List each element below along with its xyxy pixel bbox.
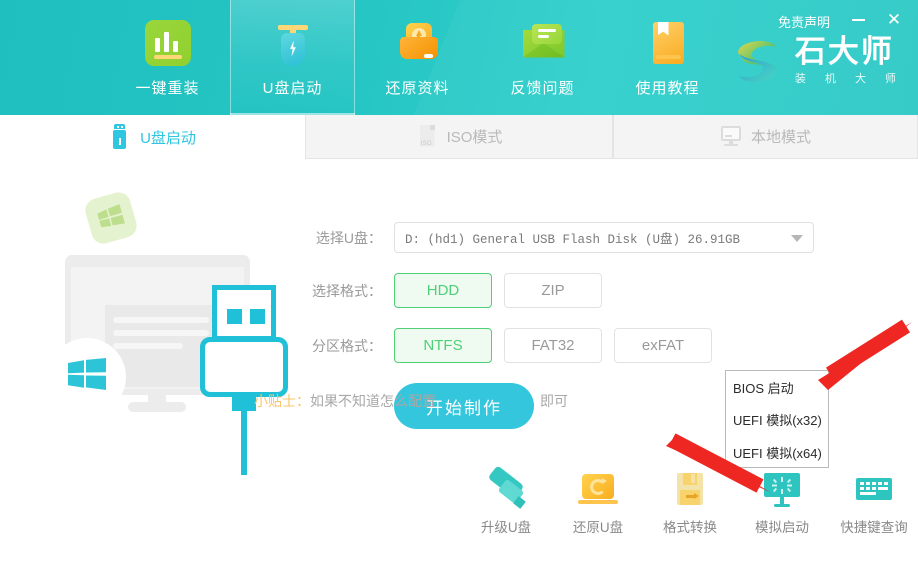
restore-data-icon: [392, 18, 444, 70]
tool-usb-restore[interactable]: 还原U盘: [552, 470, 644, 540]
disclaimer-link[interactable]: 免责声明: [778, 12, 830, 31]
menu-item-bios-boot[interactable]: BIOS 启动: [726, 371, 828, 404]
usb-select[interactable]: D: (hd1) General USB Flash Disk (U盘) 26.…: [394, 222, 814, 253]
usb-upgrade-icon: [486, 470, 526, 510]
hint-prefix: 小贴士：: [254, 393, 310, 409]
monitor-icon: [720, 124, 742, 150]
app-header: 一键重装 U盘启动 还原资料 反馈问题: [0, 0, 918, 115]
menu-item-uefi-x32[interactable]: UEFI 模拟(x32): [726, 404, 828, 437]
logo-mark-icon: [730, 33, 786, 89]
nav-label: 反馈问题: [510, 77, 574, 98]
main-nav: 一键重装 U盘启动 还原资料 反馈问题: [105, 0, 730, 115]
tool-label: 模拟启动: [755, 516, 809, 536]
minimize-icon[interactable]: [845, 8, 871, 32]
tab-usb-boot[interactable]: U盘启动: [0, 115, 305, 159]
tool-usb-upgrade[interactable]: 升级U盘: [460, 470, 552, 540]
windows-badge-icon: [83, 190, 140, 247]
tool-hotkey-query[interactable]: 快捷键查询: [828, 470, 918, 540]
chevron-down-icon: [791, 235, 803, 242]
iso-file-icon: ISO: [416, 124, 438, 150]
tool-label: 快捷键查询: [840, 516, 908, 536]
simulate-boot-icon: [762, 470, 802, 510]
feedback-mail-icon: [517, 18, 569, 70]
format-option-hdd[interactable]: HDD: [394, 273, 492, 308]
hint-tail: 即可: [436, 393, 568, 409]
brand-logo: 石大师 装 机 大 师: [730, 33, 904, 89]
tab-iso-mode[interactable]: ISO ISO模式: [305, 115, 613, 159]
nav-label: 还原资料: [385, 77, 449, 98]
windows-logo-icon: [48, 338, 126, 416]
tool-label: 格式转换: [663, 516, 717, 536]
tutorial-book-icon: [642, 18, 694, 70]
tool-format-convert[interactable]: 格式转换: [644, 470, 736, 540]
usb-plug-illustration: [200, 285, 288, 475]
usb-select-row: 选择U盘： D: (hd1) General USB Flash Disk (U…: [300, 222, 814, 253]
partition-option-fat32[interactable]: FAT32: [504, 328, 602, 363]
chart-install-icon: [142, 18, 194, 70]
floppy-convert-icon: [670, 470, 710, 510]
brand-title: 石大师: [795, 36, 904, 68]
format-label: 选择格式：: [300, 281, 382, 301]
brand-subtitle: 装 机 大 师: [795, 70, 904, 86]
format-option-zip[interactable]: ZIP: [504, 273, 602, 308]
keyboard-icon: [854, 470, 894, 510]
app-window: 一键重装 U盘启动 还原资料 反馈问题: [0, 0, 918, 578]
nav-item-restore-data[interactable]: 还原资料: [355, 0, 480, 115]
close-icon[interactable]: ✕: [881, 8, 907, 32]
tab-label: U盘启动: [140, 127, 196, 148]
hint-text: 小贴士：如果不知道怎么配置即可: [254, 391, 568, 411]
nav-label: U盘启动: [263, 77, 323, 98]
brand-text: 石大师 装 机 大 师: [795, 36, 904, 86]
monitor-base: [128, 402, 186, 412]
bottom-tool-row: 升级U盘 还原U盘 格式转换: [460, 470, 918, 540]
menu-item-uefi-x64[interactable]: UEFI 模拟(x64): [726, 436, 828, 469]
usb-illustration: [40, 190, 330, 480]
nav-label: 一键重装: [135, 77, 199, 98]
nav-item-tutorial[interactable]: 使用教程: [605, 0, 730, 115]
usb-select-label: 选择U盘：: [300, 228, 382, 248]
tool-simulate-boot[interactable]: 模拟启动: [736, 470, 828, 540]
usb-icon: [109, 124, 131, 150]
usb-boot-icon: [267, 18, 319, 70]
tool-label: 升级U盘: [481, 516, 531, 536]
nav-item-one-key-reinstall[interactable]: 一键重装: [105, 0, 230, 115]
partition-option-exfat[interactable]: exFAT: [614, 328, 712, 363]
tool-label: 还原U盘: [573, 516, 623, 536]
format-row: 选择格式： HDD ZIP: [300, 273, 814, 308]
nav-label: 使用教程: [635, 77, 699, 98]
boot-mode-menu[interactable]: BIOS 启动 UEFI 模拟(x32) UEFI 模拟(x64): [725, 370, 829, 468]
tab-label: 本地模式: [751, 126, 811, 147]
partition-label: 分区格式：: [300, 336, 382, 356]
partition-option-ntfs[interactable]: NTFS: [394, 328, 492, 363]
nav-item-usb-boot[interactable]: U盘启动: [230, 0, 355, 115]
tab-local-mode[interactable]: 本地模式: [613, 115, 918, 159]
usb-select-value: D: (hd1) General USB Flash Disk (U盘) 26.…: [405, 228, 740, 247]
hint-body: 如果不知道怎么配置: [310, 393, 436, 409]
usb-restore-icon: [578, 470, 618, 510]
tab-label: ISO模式: [447, 126, 503, 147]
partition-row: 分区格式： NTFS FAT32 exFAT: [300, 328, 814, 363]
nav-item-feedback[interactable]: 反馈问题: [480, 0, 605, 115]
mode-tabbar: U盘启动 ISO ISO模式 本地模式: [0, 115, 918, 159]
